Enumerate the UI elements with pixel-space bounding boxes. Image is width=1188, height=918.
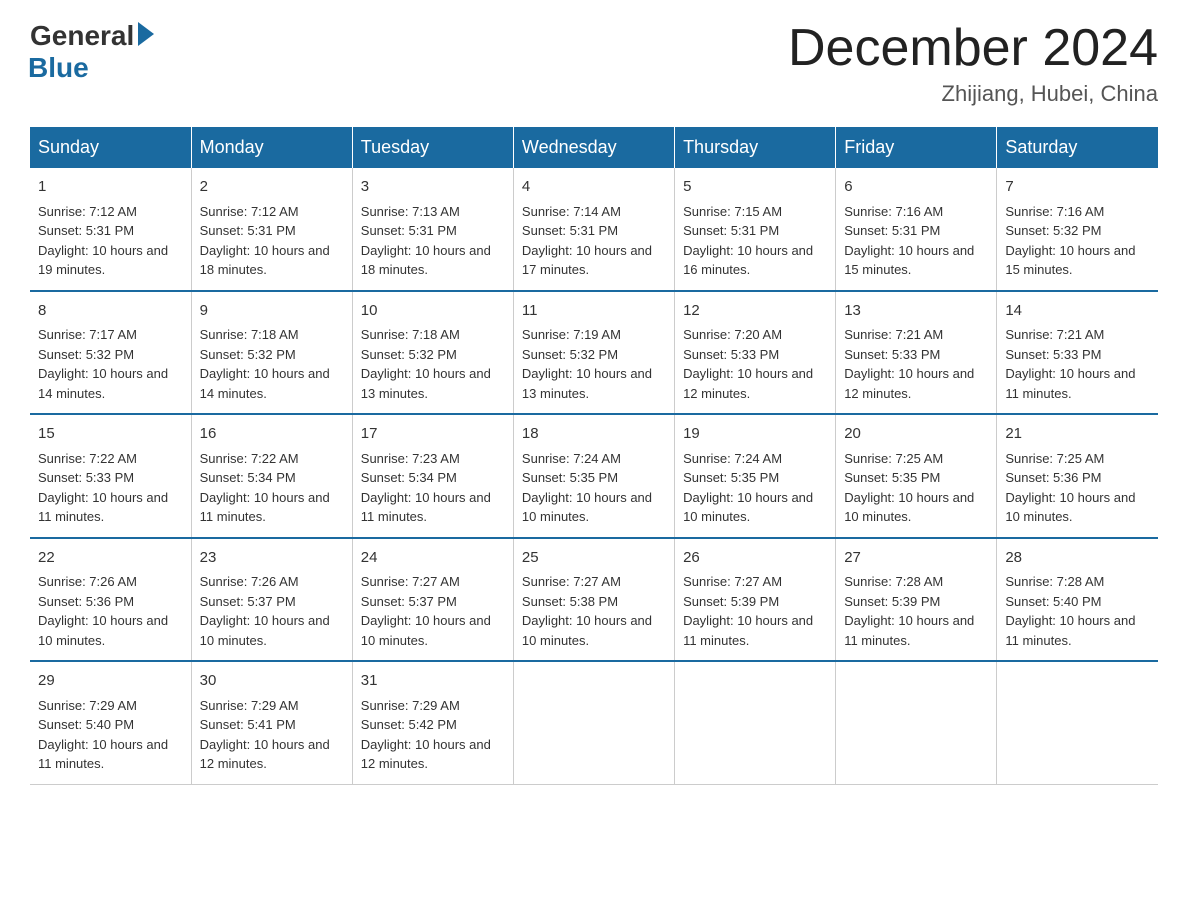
- day-number: 28: [1005, 547, 1150, 570]
- day-cell: 31Sunrise: 7:29 AMSunset: 5:42 PMDayligh…: [352, 661, 513, 784]
- header-wednesday: Wednesday: [513, 127, 674, 168]
- day-cell: 7Sunrise: 7:16 AMSunset: 5:32 PMDaylight…: [997, 168, 1158, 291]
- day-number: 10: [361, 300, 505, 323]
- day-cell: 9Sunrise: 7:18 AMSunset: 5:32 PMDaylight…: [191, 291, 352, 415]
- title-section: December 2024 Zhijiang, Hubei, China: [788, 20, 1158, 107]
- week-row-5: 29Sunrise: 7:29 AMSunset: 5:40 PMDayligh…: [30, 661, 1158, 784]
- day-number: 30: [200, 670, 344, 693]
- header-sunday: Sunday: [30, 127, 191, 168]
- day-cell: [836, 661, 997, 784]
- day-cell: 25Sunrise: 7:27 AMSunset: 5:38 PMDayligh…: [513, 538, 674, 662]
- day-number: 11: [522, 300, 666, 323]
- day-number: 25: [522, 547, 666, 570]
- logo-arrow-icon: [138, 22, 154, 46]
- day-cell: 27Sunrise: 7:28 AMSunset: 5:39 PMDayligh…: [836, 538, 997, 662]
- day-cell: 18Sunrise: 7:24 AMSunset: 5:35 PMDayligh…: [513, 414, 674, 538]
- day-cell: 13Sunrise: 7:21 AMSunset: 5:33 PMDayligh…: [836, 291, 997, 415]
- day-number: 13: [844, 300, 988, 323]
- day-cell: 28Sunrise: 7:28 AMSunset: 5:40 PMDayligh…: [997, 538, 1158, 662]
- day-cell: 29Sunrise: 7:29 AMSunset: 5:40 PMDayligh…: [30, 661, 191, 784]
- day-cell: [513, 661, 674, 784]
- day-number: 17: [361, 423, 505, 446]
- day-number: 29: [38, 670, 183, 693]
- day-number: 24: [361, 547, 505, 570]
- day-cell: 26Sunrise: 7:27 AMSunset: 5:39 PMDayligh…: [675, 538, 836, 662]
- calendar-table: SundayMondayTuesdayWednesdayThursdayFrid…: [30, 127, 1158, 785]
- day-number: 27: [844, 547, 988, 570]
- logo-blue-text: Blue: [28, 52, 89, 84]
- day-cell: 23Sunrise: 7:26 AMSunset: 5:37 PMDayligh…: [191, 538, 352, 662]
- day-cell: 14Sunrise: 7:21 AMSunset: 5:33 PMDayligh…: [997, 291, 1158, 415]
- week-row-2: 8Sunrise: 7:17 AMSunset: 5:32 PMDaylight…: [30, 291, 1158, 415]
- day-number: 12: [683, 300, 827, 323]
- day-cell: 22Sunrise: 7:26 AMSunset: 5:36 PMDayligh…: [30, 538, 191, 662]
- day-number: 4: [522, 176, 666, 199]
- day-cell: 17Sunrise: 7:23 AMSunset: 5:34 PMDayligh…: [352, 414, 513, 538]
- header-friday: Friday: [836, 127, 997, 168]
- day-number: 23: [200, 547, 344, 570]
- day-cell: 19Sunrise: 7:24 AMSunset: 5:35 PMDayligh…: [675, 414, 836, 538]
- day-cell: 10Sunrise: 7:18 AMSunset: 5:32 PMDayligh…: [352, 291, 513, 415]
- day-number: 20: [844, 423, 988, 446]
- day-cell: 2Sunrise: 7:12 AMSunset: 5:31 PMDaylight…: [191, 168, 352, 291]
- day-number: 9: [200, 300, 344, 323]
- day-cell: 20Sunrise: 7:25 AMSunset: 5:35 PMDayligh…: [836, 414, 997, 538]
- day-cell: 6Sunrise: 7:16 AMSunset: 5:31 PMDaylight…: [836, 168, 997, 291]
- day-number: 22: [38, 547, 183, 570]
- day-cell: 30Sunrise: 7:29 AMSunset: 5:41 PMDayligh…: [191, 661, 352, 784]
- page-header: General Blue December 2024 Zhijiang, Hub…: [30, 20, 1158, 107]
- day-number: 7: [1005, 176, 1150, 199]
- month-title: December 2024: [788, 20, 1158, 77]
- header-tuesday: Tuesday: [352, 127, 513, 168]
- day-cell: 24Sunrise: 7:27 AMSunset: 5:37 PMDayligh…: [352, 538, 513, 662]
- day-cell: 5Sunrise: 7:15 AMSunset: 5:31 PMDaylight…: [675, 168, 836, 291]
- day-number: 31: [361, 670, 505, 693]
- header-thursday: Thursday: [675, 127, 836, 168]
- day-number: 6: [844, 176, 988, 199]
- day-cell: [997, 661, 1158, 784]
- logo: General Blue: [30, 20, 154, 84]
- day-number: 8: [38, 300, 183, 323]
- day-number: 2: [200, 176, 344, 199]
- week-row-3: 15Sunrise: 7:22 AMSunset: 5:33 PMDayligh…: [30, 414, 1158, 538]
- day-cell: [675, 661, 836, 784]
- day-number: 21: [1005, 423, 1150, 446]
- day-cell: 8Sunrise: 7:17 AMSunset: 5:32 PMDaylight…: [30, 291, 191, 415]
- day-number: 14: [1005, 300, 1150, 323]
- day-number: 16: [200, 423, 344, 446]
- day-number: 26: [683, 547, 827, 570]
- week-row-1: 1Sunrise: 7:12 AMSunset: 5:31 PMDaylight…: [30, 168, 1158, 291]
- day-cell: 1Sunrise: 7:12 AMSunset: 5:31 PMDaylight…: [30, 168, 191, 291]
- location: Zhijiang, Hubei, China: [788, 81, 1158, 107]
- day-number: 1: [38, 176, 183, 199]
- day-cell: 11Sunrise: 7:19 AMSunset: 5:32 PMDayligh…: [513, 291, 674, 415]
- day-number: 19: [683, 423, 827, 446]
- calendar-header-row: SundayMondayTuesdayWednesdayThursdayFrid…: [30, 127, 1158, 168]
- day-cell: 16Sunrise: 7:22 AMSunset: 5:34 PMDayligh…: [191, 414, 352, 538]
- day-cell: 3Sunrise: 7:13 AMSunset: 5:31 PMDaylight…: [352, 168, 513, 291]
- logo-general-text: General: [30, 20, 134, 52]
- day-number: 18: [522, 423, 666, 446]
- day-number: 3: [361, 176, 505, 199]
- day-number: 5: [683, 176, 827, 199]
- day-cell: 15Sunrise: 7:22 AMSunset: 5:33 PMDayligh…: [30, 414, 191, 538]
- week-row-4: 22Sunrise: 7:26 AMSunset: 5:36 PMDayligh…: [30, 538, 1158, 662]
- day-cell: 12Sunrise: 7:20 AMSunset: 5:33 PMDayligh…: [675, 291, 836, 415]
- header-monday: Monday: [191, 127, 352, 168]
- day-number: 15: [38, 423, 183, 446]
- header-saturday: Saturday: [997, 127, 1158, 168]
- day-cell: 21Sunrise: 7:25 AMSunset: 5:36 PMDayligh…: [997, 414, 1158, 538]
- day-cell: 4Sunrise: 7:14 AMSunset: 5:31 PMDaylight…: [513, 168, 674, 291]
